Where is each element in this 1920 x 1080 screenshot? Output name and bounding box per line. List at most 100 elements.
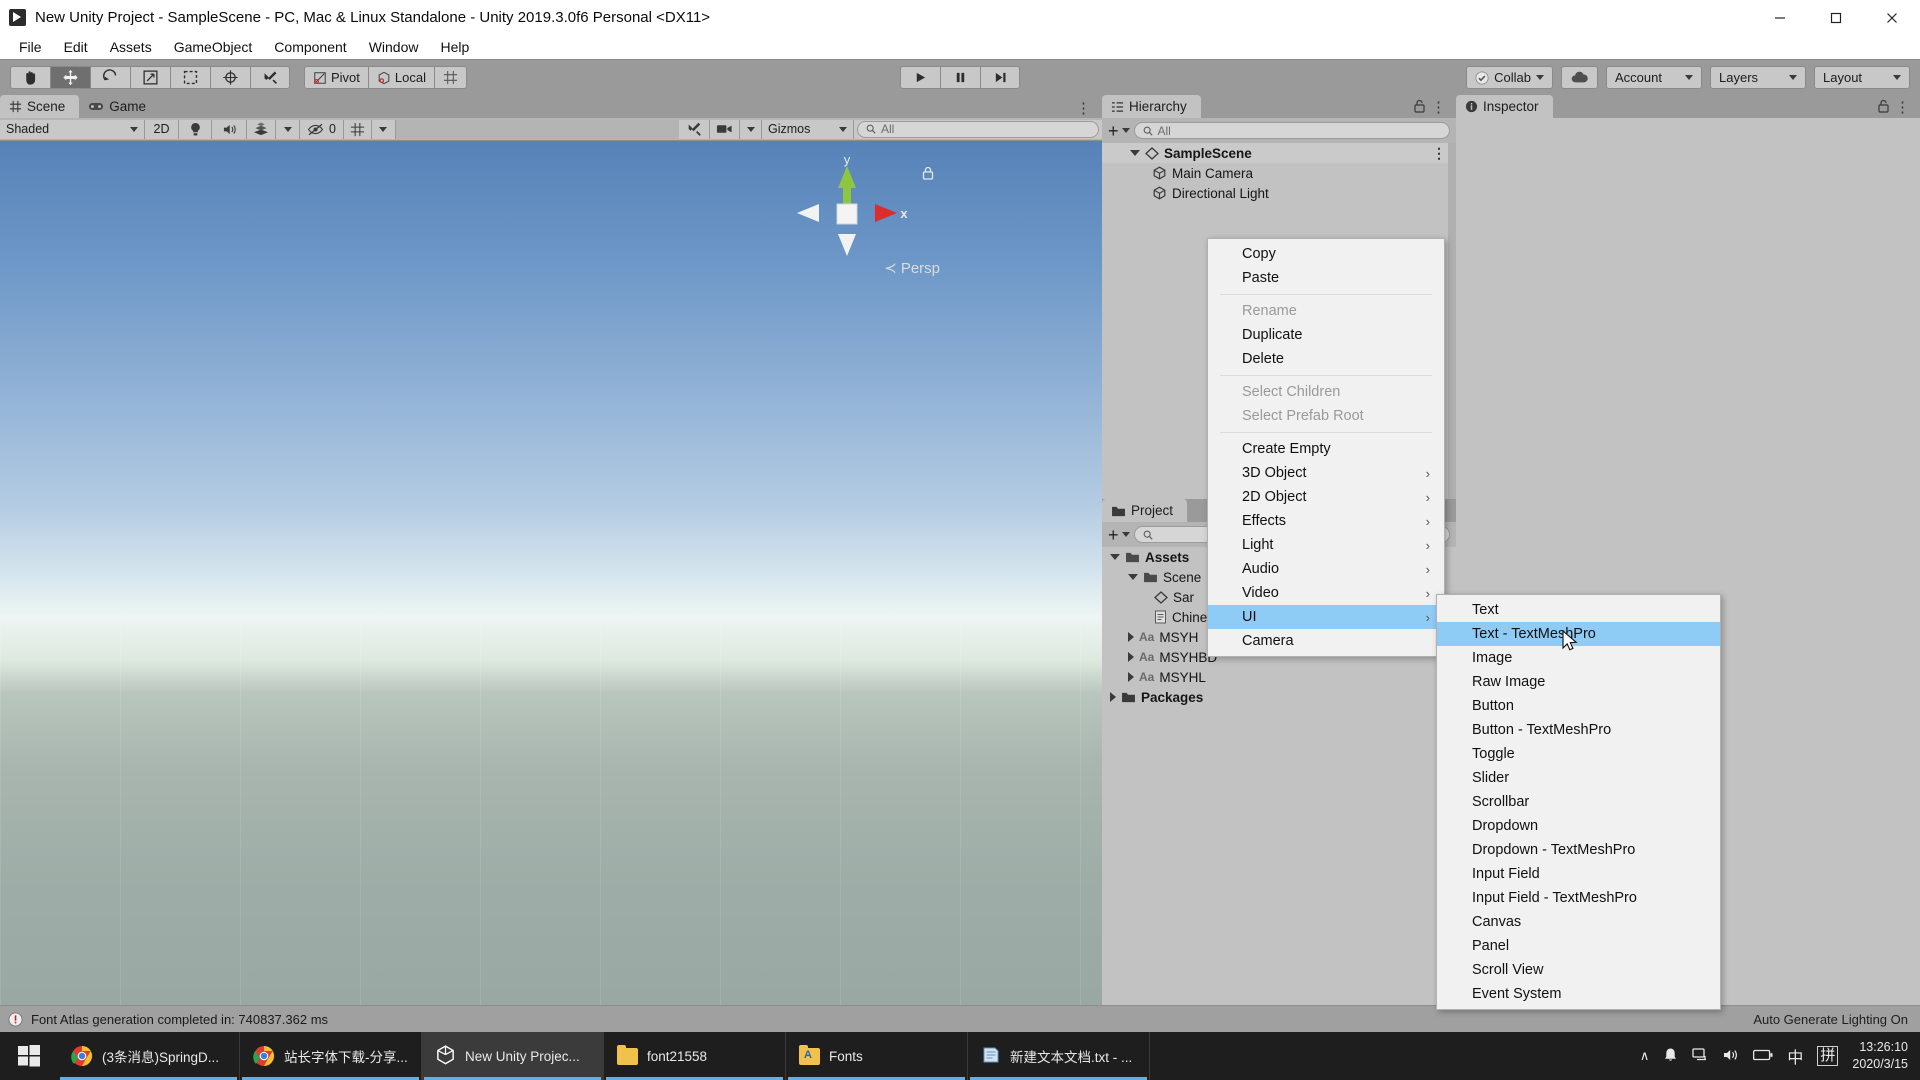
submenu-item-raw-image[interactable]: Raw Image bbox=[1437, 670, 1720, 694]
menu-window[interactable]: Window bbox=[358, 37, 430, 57]
draw-mode-dropdown[interactable]: Shaded bbox=[0, 119, 145, 139]
project-item-msyhl[interactable]: Aa MSYHL bbox=[1102, 667, 1456, 687]
pause-button[interactable] bbox=[940, 66, 980, 89]
bell-icon[interactable] bbox=[1663, 1047, 1678, 1066]
move-tool[interactable] bbox=[50, 66, 90, 89]
taskbar-item-chrome-springd[interactable]: (3条消息)SpringD... bbox=[58, 1032, 240, 1080]
menu-file[interactable]: File bbox=[8, 37, 53, 57]
context-item-create-empty[interactable]: Create Empty bbox=[1208, 437, 1444, 461]
submenu-item-scroll-view[interactable]: Scroll View bbox=[1437, 958, 1720, 982]
context-item-light[interactable]: Light › bbox=[1208, 533, 1444, 557]
scene-grid-icon[interactable] bbox=[343, 119, 372, 139]
menu-edit[interactable]: Edit bbox=[53, 37, 99, 57]
account-button[interactable]: Account bbox=[1606, 66, 1702, 89]
collab-button[interactable]: Collab bbox=[1466, 66, 1553, 89]
kebab-menu-icon[interactable]: ⋮ bbox=[1431, 98, 1446, 116]
hierarchy-search-input[interactable]: All bbox=[1133, 122, 1450, 139]
context-item-2d-object[interactable]: 2D Object › bbox=[1208, 485, 1444, 509]
persp-label[interactable]: ≺ Persp bbox=[884, 259, 940, 277]
scene-kebab-menu-icon[interactable]: ⋮ bbox=[1432, 145, 1446, 162]
project-add-button[interactable]: + bbox=[1108, 526, 1130, 544]
context-item-paste[interactable]: Paste bbox=[1208, 266, 1444, 290]
toggle-2d-button[interactable]: 2D bbox=[145, 119, 179, 139]
scale-tool[interactable] bbox=[130, 66, 170, 89]
taskbar-item-chrome-fonts[interactable]: 站长字体下载-分享... bbox=[240, 1032, 422, 1080]
grid-dropdown[interactable] bbox=[371, 119, 396, 139]
collapse-arrow-icon[interactable] bbox=[1128, 652, 1134, 662]
collapse-arrow-icon[interactable] bbox=[1128, 632, 1134, 642]
ime-pinyin-icon[interactable]: 拼 bbox=[1817, 1045, 1839, 1067]
lock-icon[interactable] bbox=[1877, 99, 1890, 118]
expand-arrow-icon[interactable] bbox=[1128, 574, 1138, 580]
taskbar-item-unity[interactable]: New Unity Projec... bbox=[422, 1032, 604, 1080]
ime-chinese-icon[interactable]: 中 bbox=[1787, 1044, 1803, 1068]
network-icon[interactable] bbox=[1692, 1047, 1708, 1065]
taskbar-item-font21558[interactable]: font21558 bbox=[604, 1032, 786, 1080]
scene-search[interactable]: All bbox=[854, 119, 1102, 139]
close-icon[interactable] bbox=[1864, 0, 1920, 35]
scene-camera-dropdown[interactable] bbox=[740, 119, 762, 139]
context-item-delete[interactable]: Delete bbox=[1208, 347, 1444, 371]
play-button[interactable] bbox=[900, 66, 940, 89]
submenu-item-dropdown[interactable]: Dropdown bbox=[1437, 814, 1720, 838]
tab-project[interactable]: Project bbox=[1102, 499, 1188, 522]
lighting-toggle[interactable] bbox=[179, 119, 212, 139]
menu-help[interactable]: Help bbox=[429, 37, 480, 57]
hand-tool[interactable] bbox=[10, 66, 50, 89]
submenu-item-input-field[interactable]: Input Field bbox=[1437, 862, 1720, 886]
menu-assets[interactable]: Assets bbox=[99, 37, 163, 57]
local-button[interactable]: Local bbox=[367, 66, 434, 89]
lock-icon[interactable] bbox=[1413, 99, 1426, 118]
scene-panel-menu-icon[interactable]: ⋮ bbox=[1076, 99, 1092, 117]
tab-inspector[interactable]: Inspector bbox=[1456, 95, 1553, 118]
layout-button[interactable]: Layout bbox=[1814, 66, 1910, 89]
submenu-item-button-textmeshpro[interactable]: Button - TextMeshPro bbox=[1437, 718, 1720, 742]
tab-game[interactable]: Game bbox=[79, 95, 161, 118]
minimize-icon[interactable] bbox=[1752, 0, 1808, 35]
volume-icon[interactable] bbox=[1722, 1048, 1739, 1065]
menu-component[interactable]: Component bbox=[263, 37, 357, 57]
context-item-audio[interactable]: Audio › bbox=[1208, 557, 1444, 581]
context-item-duplicate[interactable]: Duplicate bbox=[1208, 323, 1444, 347]
context-item-3d-object[interactable]: 3D Object › bbox=[1208, 461, 1444, 485]
cloud-button[interactable] bbox=[1561, 66, 1598, 89]
rect-tool[interactable] bbox=[170, 66, 210, 89]
context-item-video[interactable]: Video › bbox=[1208, 581, 1444, 605]
submenu-item-dropdown-textmeshpro[interactable]: Dropdown - TextMeshPro bbox=[1437, 838, 1720, 862]
submenu-item-slider[interactable]: Slider bbox=[1437, 766, 1720, 790]
scene-visibility-toggle[interactable]: 0 bbox=[300, 119, 344, 139]
taskbar-item-fonts[interactable]: A Fonts bbox=[786, 1032, 968, 1080]
hierarchy-scrollbar[interactable] bbox=[1448, 143, 1456, 499]
taskbar-item-notepad[interactable]: 新建文本文档.txt - ... bbox=[968, 1032, 1150, 1080]
audio-toggle[interactable] bbox=[212, 119, 247, 139]
custom-tool[interactable] bbox=[250, 66, 290, 89]
submenu-item-toggle[interactable]: Toggle bbox=[1437, 742, 1720, 766]
collapse-arrow-icon[interactable] bbox=[1128, 672, 1134, 682]
collapse-arrow-icon[interactable] bbox=[1110, 692, 1116, 702]
rotate-tool[interactable] bbox=[90, 66, 130, 89]
submenu-item-input-field-textmeshpro[interactable]: Input Field - TextMeshPro bbox=[1437, 886, 1720, 910]
expand-arrow-icon[interactable] bbox=[1130, 150, 1140, 156]
layers-button[interactable]: Layers bbox=[1710, 66, 1806, 89]
submenu-item-text[interactable]: Text bbox=[1437, 598, 1720, 622]
effects-toggle[interactable] bbox=[247, 119, 276, 139]
taskbar-clock[interactable]: 13:26:10 2020/3/15 bbox=[1852, 1039, 1908, 1073]
scene-orientation-gizmo[interactable]: y x bbox=[787, 152, 908, 276]
pivot-button[interactable]: Pivot bbox=[304, 66, 368, 89]
tab-hierarchy[interactable]: Hierarchy bbox=[1102, 95, 1201, 118]
add-gameobject-button[interactable]: + bbox=[1108, 122, 1130, 140]
effects-dropdown[interactable] bbox=[276, 119, 300, 139]
context-item-ui[interactable]: UI › bbox=[1208, 605, 1444, 629]
transform-tool[interactable] bbox=[210, 66, 250, 89]
kebab-menu-icon[interactable]: ⋮ bbox=[1895, 98, 1910, 116]
submenu-item-event-system[interactable]: Event System bbox=[1437, 982, 1720, 1006]
context-item-effects[interactable]: Effects › bbox=[1208, 509, 1444, 533]
show-hidden-icons-icon[interactable]: ∧ bbox=[1640, 1048, 1650, 1064]
submenu-item-canvas[interactable]: Canvas bbox=[1437, 910, 1720, 934]
menu-gameobject[interactable]: GameObject bbox=[163, 37, 264, 57]
hierarchy-item-directional-light[interactable]: Directional Light bbox=[1102, 183, 1456, 203]
step-button[interactable] bbox=[980, 66, 1020, 89]
maximize-icon[interactable] bbox=[1808, 0, 1864, 35]
project-item-packages[interactable]: Packages bbox=[1102, 687, 1456, 707]
gizmo-lock-icon[interactable] bbox=[922, 166, 934, 183]
